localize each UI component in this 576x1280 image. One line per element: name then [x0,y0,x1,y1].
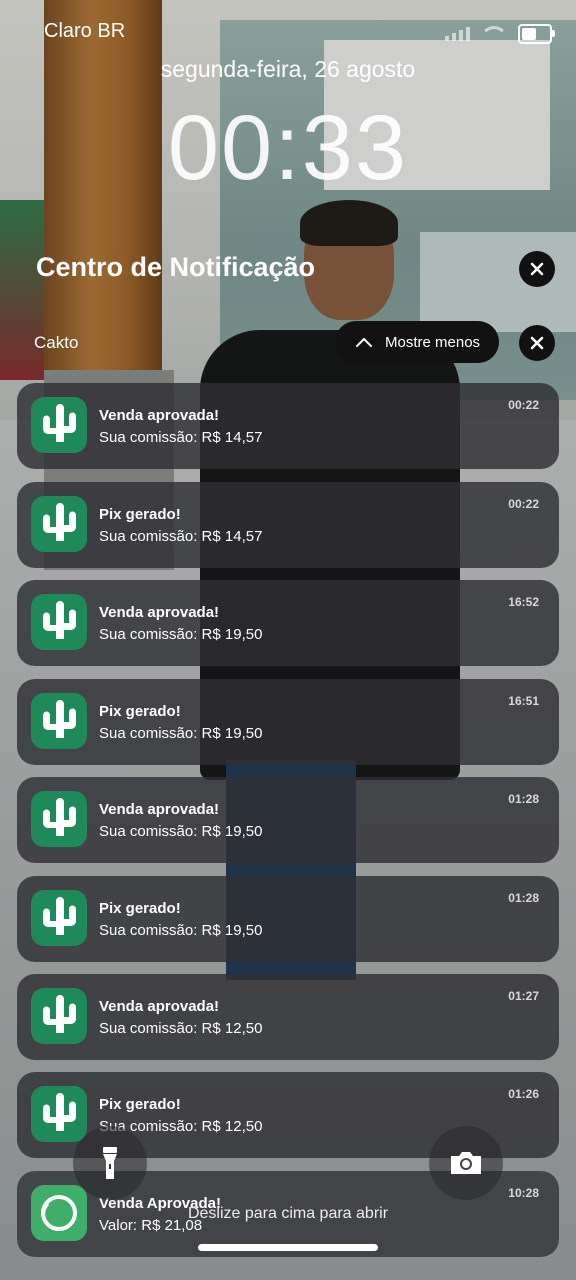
notification-time: 01:28 [508,792,539,806]
notification-title: Venda aprovada! [99,407,220,424]
notification-title: Pix gerado! [99,506,181,523]
flashlight-icon [103,1147,117,1179]
close-icon [530,262,544,276]
notification-time: 01:28 [508,891,539,905]
camera-icon [451,1152,481,1174]
lock-clock: 00:33 [167,97,409,199]
notification-title: Venda aprovada! [99,998,220,1015]
notification-card[interactable]: Venda aprovada! Sua comissão: R$ 19,50 01:… [17,777,559,863]
close-icon [530,336,544,350]
swipe-hint: Deslize para cima para abrir [187,1205,389,1222]
cactus-icon [31,496,87,552]
cactus-icon [31,791,87,847]
clear-all-button[interactable] [519,251,555,287]
notification-title: Pix gerado! [99,1096,181,1113]
notification-body: Sua comissão: R$ 19,50 [99,823,263,840]
notification-body: Sua comissão: R$ 19,50 [99,922,263,939]
notification-time: 16:51 [508,694,539,708]
show-less-button[interactable]: Mostre menos [335,321,499,363]
show-less-label: Mostre menos [385,333,481,351]
camera-button[interactable] [429,1126,503,1200]
notification-center-title: Centro de Notificação [36,252,316,282]
notification-title: Venda aprovada! [99,801,220,818]
notification-body: Sua comissão: R$ 12,50 [99,1020,263,1037]
wifi-icon [480,25,508,43]
flashlight-button[interactable] [73,1126,147,1200]
notification-card[interactable]: Pix gerado! Sua comissão: R$ 19,50 01:28 [17,876,559,962]
notification-body: Sua comissão: R$ 14,57 [99,429,263,446]
cactus-icon [31,1086,87,1142]
home-indicator[interactable] [198,1244,378,1251]
notification-card[interactable]: Venda aprovada! Sua comissão: R$ 12,50 01:… [17,974,559,1060]
cactus-icon [31,693,87,749]
notification-card[interactable]: Venda aprovada! Sua comissão: R$ 19,50 16:… [17,580,559,666]
notification-time: 01:27 [508,989,539,1003]
signal-icon [445,27,470,41]
cactus-icon [31,988,87,1044]
cactus-icon [31,890,87,946]
clear-group-button[interactable] [519,325,555,361]
notification-card[interactable]: Pix gerado! Sua comissão: R$ 19,50 16:51 [17,679,559,765]
notification-time: 16:52 [508,595,539,609]
notification-time: 01:26 [508,1087,539,1101]
notification-time: 00:22 [508,497,539,511]
notification-card[interactable]: Venda aprovada! Sua comissão: R$ 14,57 00:… [17,383,559,469]
cactus-icon [31,594,87,650]
notification-card[interactable]: Pix gerado! Sua comissão: R$ 14,57 00:22 [17,482,559,568]
carrier-name: Claro BR [44,20,126,42]
status-icons [445,24,555,44]
notification-group-label: Cakto [34,333,79,352]
notification-body: Sua comissão: R$ 19,50 [99,725,263,742]
notification-title: Venda aprovada! [99,604,220,621]
notification-title: Pix gerado! [99,703,181,720]
chevron-up-icon [356,338,372,347]
battery-icon [518,24,555,44]
notification-title: Pix gerado! [99,900,181,917]
notification-time: 10:28 [508,1186,539,1200]
cactus-icon [31,397,87,453]
notification-time: 00:22 [508,398,539,412]
notification-body: Sua comissão: R$ 14,57 [99,528,263,545]
lock-date: segunda-feira, 26 agosto [160,56,416,82]
notification-body: Sua comissão: R$ 19,50 [99,626,263,643]
